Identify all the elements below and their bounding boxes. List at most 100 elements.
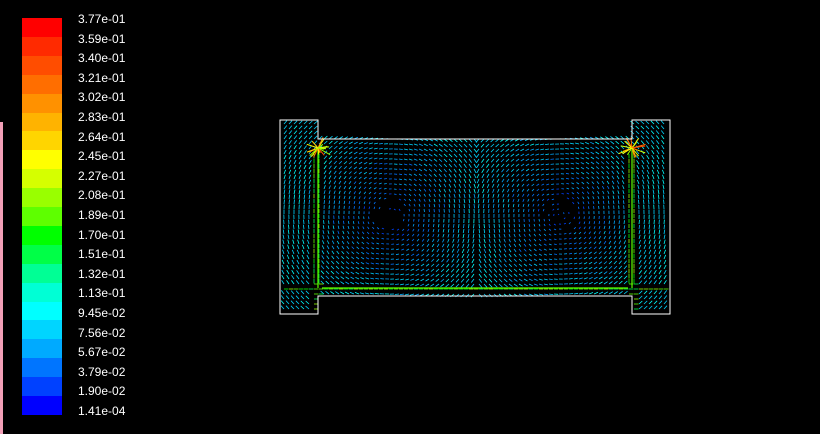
velocity-vector — [636, 169, 640, 175]
velocity-vector — [350, 266, 355, 270]
velocity-vector — [551, 178, 555, 180]
velocity-vector — [363, 176, 367, 180]
velocity-vector — [553, 243, 557, 245]
velocity-vector — [395, 283, 400, 285]
velocity-vector — [573, 242, 577, 245]
velocity-vector — [308, 194, 311, 200]
velocity-vector — [320, 270, 325, 275]
velocity-vector — [530, 148, 535, 151]
velocity-vector — [371, 237, 375, 240]
velocity-vector — [375, 278, 380, 280]
velocity-vector — [463, 223, 465, 229]
velocity-vector — [366, 231, 370, 235]
velocity-vector — [428, 178, 432, 182]
velocity-vector — [583, 246, 587, 250]
velocity-vector — [503, 283, 508, 288]
velocity-vector — [487, 198, 490, 203]
velocity-vector — [602, 190, 605, 195]
velocity-vector — [538, 228, 541, 232]
velocity-vector — [443, 198, 446, 203]
velocity-vector — [635, 130, 640, 135]
velocity-vector — [490, 153, 495, 158]
velocity-vector — [373, 177, 377, 180]
velocity-vector — [437, 233, 440, 238]
velocity-vector — [476, 158, 480, 163]
velocity-vector — [313, 120, 318, 125]
velocity-vector — [528, 208, 530, 212]
velocity-vector — [523, 248, 527, 252]
velocity-vector — [528, 228, 531, 232]
velocity-vector — [648, 249, 652, 255]
velocity-vector — [468, 203, 470, 209]
velocity-vector — [448, 168, 452, 173]
velocity-vector — [425, 263, 430, 267]
velocity-vector — [518, 283, 523, 287]
velocity-vector — [488, 253, 492, 258]
velocity-vector — [298, 120, 303, 125]
velocity-vector — [580, 152, 585, 155]
velocity-vector — [530, 173, 535, 177]
velocity-vector — [565, 153, 570, 155]
velocity-vector — [523, 273, 528, 277]
velocity-vector — [661, 154, 665, 160]
velocity-vector — [543, 263, 548, 266]
velocity-vector — [453, 148, 458, 153]
velocity-vector — [343, 220, 345, 225]
velocity-vector — [577, 201, 580, 205]
velocity-vector — [553, 253, 558, 255]
velocity-vector — [292, 244, 295, 250]
velocity-vector — [458, 193, 461, 198]
velocity-vector — [606, 175, 610, 180]
velocity-vector — [641, 174, 645, 180]
velocity-vector — [533, 258, 538, 262]
velocity-vector — [658, 249, 661, 255]
velocity-vector — [421, 243, 425, 247]
velocity-vector — [618, 270, 623, 275]
velocity-vector — [460, 273, 465, 278]
velocity-vector — [395, 273, 400, 275]
velocity-vector — [543, 278, 548, 281]
velocity-vector — [458, 183, 462, 188]
velocity-vector — [648, 224, 651, 230]
velocity-vector — [503, 243, 507, 248]
velocity-vector — [493, 228, 496, 233]
velocity-vector — [293, 130, 298, 135]
velocity-vector — [353, 151, 358, 155]
velocity-vector — [419, 293, 425, 297]
velocity-vector — [436, 243, 440, 248]
velocity-vector — [326, 255, 330, 260]
velocity-vector — [288, 194, 291, 200]
velocity-vector — [508, 248, 512, 253]
graphics-viewport[interactable]: 3.77e-01 3.59e-01 3.40e-01 3.21e-01 3.02e-01… — [0, 0, 820, 439]
velocity-vector — [348, 161, 353, 165]
velocity-vector — [400, 263, 405, 266]
velocity-vector — [612, 195, 615, 200]
velocity-vector — [477, 198, 480, 204]
velocity-vector — [477, 188, 480, 194]
velocity-vector — [526, 183, 530, 187]
velocity-vector — [408, 143, 413, 146]
velocity-vector — [453, 203, 455, 208]
velocity-vector — [298, 159, 302, 165]
velocity-vector — [296, 249, 300, 255]
velocity-vector — [458, 178, 462, 183]
velocity-vector — [635, 125, 640, 130]
velocity-vector — [305, 275, 310, 280]
velocity-vector — [321, 260, 325, 265]
velocity-vector — [328, 180, 332, 185]
velocity-vector — [472, 233, 475, 239]
velocity-vector — [643, 270, 647, 275]
velocity-vector — [653, 234, 656, 240]
velocity-vector — [353, 166, 358, 170]
velocity-vector — [573, 272, 578, 275]
velocity-vector — [573, 252, 578, 255]
velocity-vector — [571, 192, 575, 195]
velocity-vector — [600, 141, 605, 145]
velocity-vector — [363, 201, 366, 205]
velocity-vector — [297, 244, 300, 250]
velocity-vector — [473, 168, 477, 174]
velocity-vector — [353, 176, 357, 180]
velocity-vector — [580, 147, 585, 150]
velocity-vector — [288, 179, 291, 185]
velocity-vector — [428, 183, 432, 187]
